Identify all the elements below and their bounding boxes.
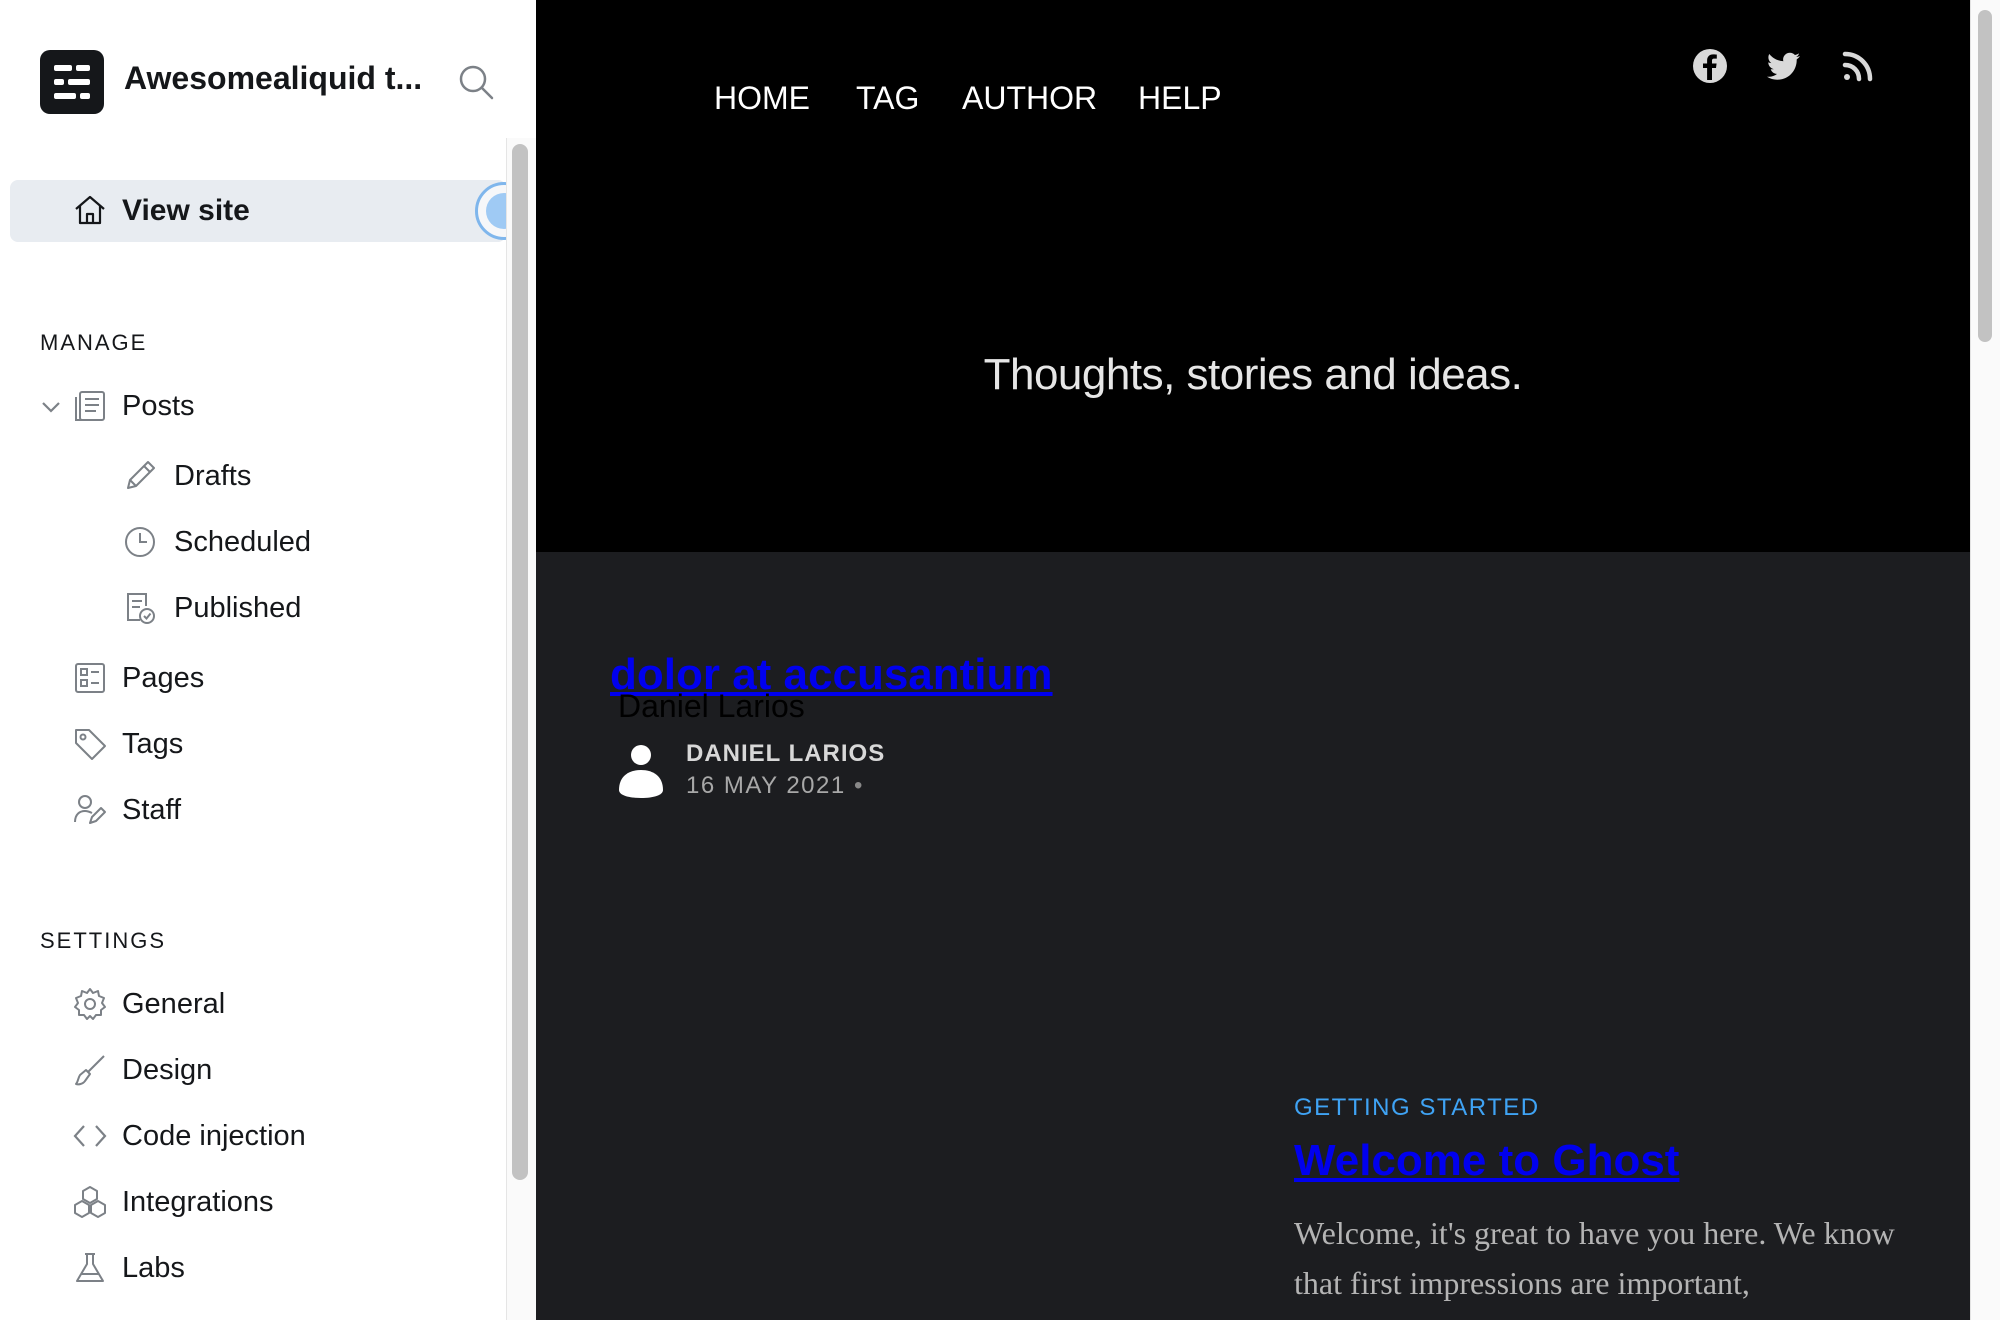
author-image-alt-text: Daniel Larios (618, 688, 805, 724)
sidebar-item-label: Pages (122, 662, 205, 694)
view-site-button[interactable]: View site (10, 180, 506, 242)
sidebar-item-staff[interactable]: Staff (60, 786, 490, 836)
site-tagline: Thoughts, stories and ideas. (983, 350, 1523, 399)
site-preview: HOME TAG AUTHOR HELP Thoughts, stories a… (536, 0, 1970, 1320)
sidebar-item-label: Posts (122, 390, 195, 422)
manage-section-title: MANAGE (40, 330, 148, 355)
sidebar-item-general[interactable]: General (60, 980, 490, 1030)
sidebar-item-label: Published (174, 592, 302, 624)
site-header: HOME TAG AUTHOR HELP Thoughts, stories a… (536, 0, 1970, 552)
sidebar-item-design[interactable]: Design (60, 1046, 490, 1096)
sidebar-item-label: Integrations (122, 1186, 274, 1218)
view-site-label: View site (122, 194, 250, 227)
sidebar-item-label: Drafts (174, 460, 252, 492)
published-icon (122, 590, 158, 626)
admin-sidebar: Awesomealiquid t... View site MANAGE Pos… (0, 0, 536, 1320)
sidebar-item-pages[interactable]: Pages (60, 654, 490, 704)
sidebar-item-label: Tags (122, 728, 184, 760)
pages-icon (72, 660, 108, 696)
sidebar-item-label: Design (122, 1054, 213, 1086)
sidebar-item-label: Code injection (122, 1120, 306, 1152)
site-logo-icon[interactable] (40, 50, 104, 114)
sidebar-item-scheduled[interactable]: Scheduled (112, 518, 536, 568)
home-icon (72, 192, 108, 228)
tag-icon (72, 726, 108, 762)
meta-separator: • (854, 772, 863, 799)
page-scrollbar-thumb[interactable] (1978, 10, 1992, 342)
sidebar-scrollbar-thumb[interactable] (512, 144, 528, 1180)
brand-row: Awesomealiquid t... (0, 0, 536, 140)
post-date: 16 MAY 2021 (686, 772, 846, 799)
sidebar-item-drafts[interactable]: Drafts (112, 452, 536, 502)
post-title-link[interactable]: Welcome to Ghost (1294, 1136, 1679, 1186)
brush-icon (72, 1052, 108, 1088)
post-excerpt: Welcome, it's great to have you here. We… (1294, 1215, 1895, 1301)
pencil-icon (122, 458, 158, 494)
posts-icon (72, 388, 108, 424)
settings-section-title: SETTINGS (40, 928, 167, 953)
flask-icon (72, 1250, 108, 1286)
sidebar-item-posts[interactable]: Posts (60, 382, 490, 432)
sidebar-item-label: Staff (122, 794, 182, 826)
author-avatar-icon[interactable] (616, 740, 666, 798)
sidebar-item-label: Labs (122, 1252, 185, 1284)
facebook-icon[interactable] (1692, 48, 1728, 84)
staff-icon (72, 792, 108, 828)
sidebar-nav: View site MANAGE Posts Drafts Scheduled … (0, 140, 533, 1320)
sidebar-item-tags[interactable]: Tags (60, 720, 490, 770)
integrations-icon (72, 1184, 108, 1220)
sidebar-item-label: General (122, 988, 226, 1020)
search-icon[interactable] (456, 62, 496, 102)
clock-icon (122, 524, 158, 560)
nav-link-author[interactable]: AUTHOR (962, 80, 1097, 117)
site-title[interactable]: Awesomealiquid t... (124, 60, 424, 97)
sidebar-item-label: Scheduled (174, 526, 312, 558)
nav-link-home[interactable]: HOME (714, 80, 810, 117)
twitter-icon[interactable] (1766, 48, 1802, 84)
nav-link-help[interactable]: HELP (1138, 80, 1222, 117)
post-author-name[interactable]: DANIEL LARIOS (686, 740, 885, 768)
code-icon (72, 1118, 108, 1154)
gear-icon (72, 986, 108, 1022)
post-primary-tag[interactable]: GETTING STARTED (1294, 1094, 1540, 1122)
nav-link-tag[interactable]: TAG (856, 80, 919, 117)
sidebar-item-code-injection[interactable]: Code injection (60, 1112, 490, 1162)
sidebar-item-integrations[interactable]: Integrations (60, 1178, 490, 1228)
rss-icon[interactable] (1840, 48, 1876, 84)
sidebar-item-published[interactable]: Published (112, 584, 536, 634)
sidebar-item-labs[interactable]: Labs (60, 1244, 490, 1294)
